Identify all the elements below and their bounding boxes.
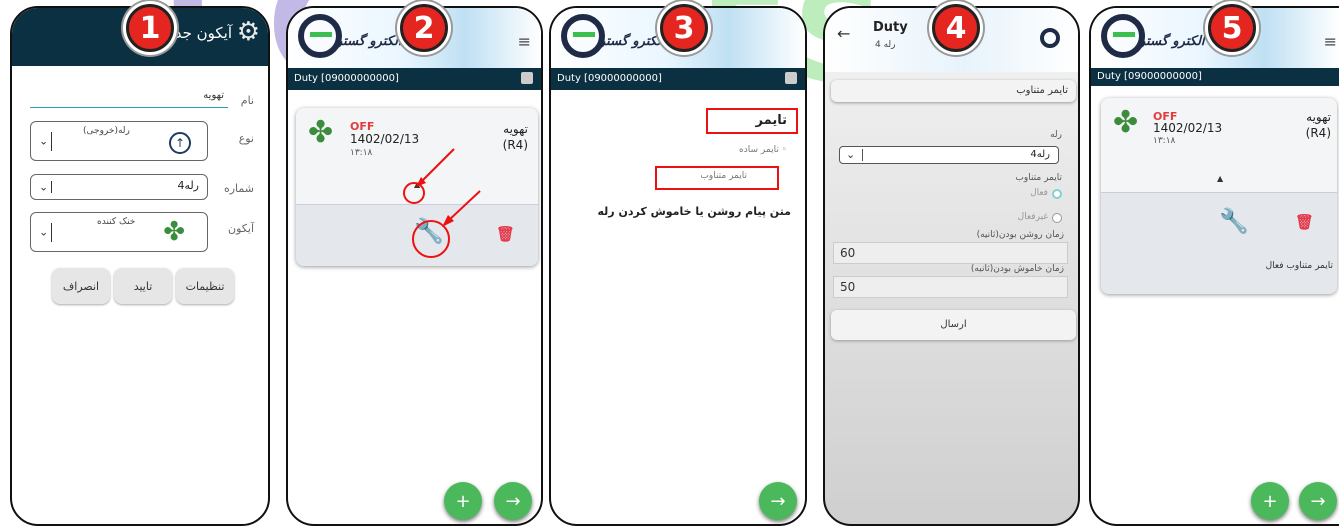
step-badge-5: 5 xyxy=(1208,4,1256,52)
inactive-label: غیرفعال xyxy=(1017,212,1048,222)
arrow-line-2 xyxy=(447,190,481,222)
off-time-label: زمان خاموش بودن(ثانیه) xyxy=(970,264,1064,274)
duty-label: Duty [09000000000] xyxy=(1097,71,1202,82)
brand-name: الکترو گستر xyxy=(336,34,402,49)
timer-status-label: تایمر متناوب فعال xyxy=(1265,261,1333,271)
delete-icon[interactable]: 🗑 xyxy=(496,225,515,243)
type-select[interactable]: ⌄ رله(خروجی) ↑ xyxy=(30,121,208,161)
pointer-arrows xyxy=(416,148,481,227)
radio-inactive[interactable] xyxy=(1052,213,1062,223)
arrow-line-1 xyxy=(419,148,455,184)
settings-button[interactable]: تنظیمات xyxy=(176,268,234,304)
calendar-icon[interactable] xyxy=(521,72,533,84)
fan-icon: ✤ xyxy=(163,217,185,247)
add-button[interactable]: + xyxy=(444,482,482,520)
radio-active[interactable] xyxy=(1052,189,1062,199)
phone-screen-5: الکترو گستر ≡ Duty [09000000000] ✤ OFF 1… xyxy=(1089,6,1339,526)
simple-timer-option[interactable]: ◦ تایمر ساده xyxy=(739,145,787,155)
card-time: ۱۳:۱۸ xyxy=(1153,136,1176,146)
fan-icon: ✤ xyxy=(1113,105,1139,140)
card-name: تهویه xyxy=(1306,110,1331,124)
chevron-down-icon: ⌄ xyxy=(39,225,49,239)
detail-title: Duty xyxy=(873,20,908,35)
message-heading: متن پیام روشن یا خاموش کردن رله xyxy=(597,205,792,218)
timer-mode-label: تایمر متناوب xyxy=(1015,173,1062,183)
chevron-down-icon: ⌄ xyxy=(39,134,49,148)
add-button[interactable]: + xyxy=(1251,482,1289,520)
type-label: نوع xyxy=(238,132,254,145)
on-time-input[interactable]: 60 xyxy=(833,242,1068,264)
collapse-caret-icon[interactable]: ▲ xyxy=(1217,174,1223,183)
active-label: فعال xyxy=(1030,188,1048,198)
duty-label: Duty [09000000000] xyxy=(294,73,399,84)
output-arrow-icon: ↑ xyxy=(169,132,191,154)
gear-icon[interactable]: ⚙ xyxy=(237,19,260,45)
periodic-timer-option[interactable]: تایمر متناوب xyxy=(700,171,747,181)
brand-name: الکترو گستر xyxy=(599,34,665,49)
icon-label: آیکون xyxy=(228,222,254,235)
name-label: نام xyxy=(240,94,254,107)
card-name: تهویه xyxy=(503,122,528,136)
confirm-button[interactable]: تایید xyxy=(114,268,172,304)
detail-subtitle: رله 4 xyxy=(875,40,896,50)
hamburger-menu-icon[interactable]: ≡ xyxy=(518,32,531,51)
delete-icon[interactable]: 🗑 xyxy=(1295,213,1314,231)
fan-icon: ✤ xyxy=(308,115,334,150)
phone-screen-3: الکترو گستر Duty [09000000000] تایمر ◦ ت… xyxy=(549,6,807,526)
hamburger-menu-icon[interactable]: ≡ xyxy=(1324,32,1337,51)
phone-screen-2: الکترو گستر ≡ Duty [09000000000] ✤ OFF 1… xyxy=(286,6,543,526)
calendar-icon[interactable] xyxy=(785,72,797,84)
name-input[interactable]: تهویه xyxy=(30,88,228,108)
off-time-input[interactable]: 50 xyxy=(833,276,1068,298)
duty-bar: Duty [09000000000] xyxy=(551,68,805,90)
relay-label: رله xyxy=(1050,130,1062,140)
tab-periodic-timer[interactable]: تایمر متناوب xyxy=(831,80,1076,102)
relay-select[interactable]: ⌄ رله4 xyxy=(839,146,1059,164)
number-select[interactable]: ⌄ رله4 xyxy=(30,174,208,200)
icon-select[interactable]: ⌄ خنک کننده ✤ xyxy=(30,212,208,252)
phone-screen-4: ← Duty رله 4 تایمر متناوب رله ⌄ رله4 تای… xyxy=(823,6,1080,526)
next-button[interactable]: → xyxy=(494,482,532,520)
step-badge-3: 3 xyxy=(660,4,708,52)
cancel-button[interactable]: انصراف xyxy=(52,268,110,304)
number-label: شماره xyxy=(223,182,254,195)
next-button[interactable]: → xyxy=(759,482,797,520)
card-date: 1402/02/13 xyxy=(1153,121,1223,135)
phone-screen-1: آیکون جدید ⚙ نام تهویه نوع ⌄ رله(خروجی) … xyxy=(10,6,270,526)
chevron-down-icon: ⌄ xyxy=(846,148,856,161)
duty-label: Duty [09000000000] xyxy=(557,73,662,84)
card-actions: 🔧 🗑 تایمر متناوب فعال xyxy=(1101,192,1337,294)
device-card[interactable]: ✤ OFF 1402/02/13 ۱۳:۱۸ تهویه (R4) ▲ 🔧 🗑 … xyxy=(1101,98,1337,294)
duty-bar: Duty [09000000000] xyxy=(1091,68,1339,86)
next-button[interactable]: → xyxy=(1299,482,1337,520)
card-relay: (R4) xyxy=(502,137,528,152)
card-relay: (R4) xyxy=(1305,125,1331,140)
step-badge-1: 1 xyxy=(126,4,174,52)
wrench-icon[interactable]: 🔧 xyxy=(1219,209,1249,233)
section-title: تایمر xyxy=(755,113,787,128)
chevron-down-icon: ⌄ xyxy=(39,180,49,194)
brand-name: الکترو گستر xyxy=(1139,34,1205,49)
back-arrow-icon[interactable]: ← xyxy=(837,24,850,43)
on-time-label: زمان روشن بودن(ثانیه) xyxy=(976,230,1064,240)
card-time: ۱۳:۱۸ xyxy=(350,148,373,158)
step-badge-2: 2 xyxy=(400,4,448,52)
step-badge-4: 4 xyxy=(932,4,980,52)
brand-logo-icon xyxy=(1040,28,1060,48)
send-button[interactable]: ارسال xyxy=(831,310,1076,340)
duty-bar: Duty [09000000000] xyxy=(288,68,541,90)
